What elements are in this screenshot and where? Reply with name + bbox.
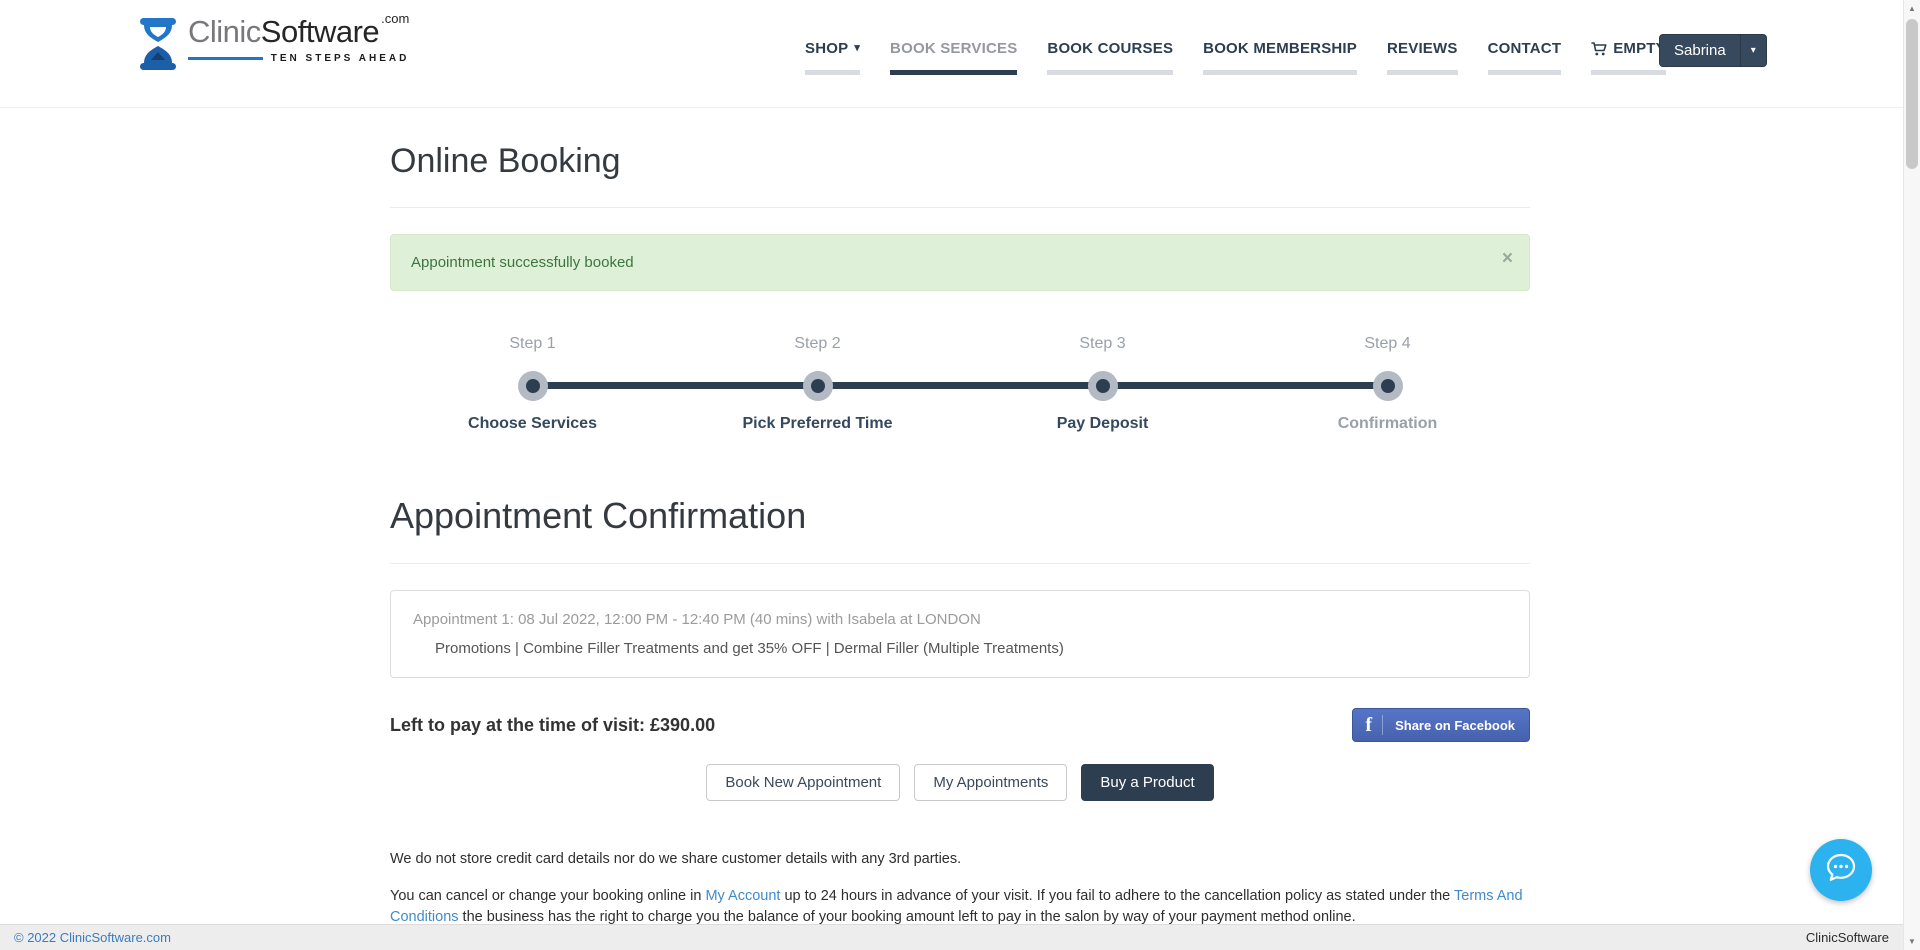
booking-steps: Step 1 Choose Services Step 2 Pick Prefe… bbox=[390, 335, 1530, 433]
logo-tagline: TEN STEPS AHEAD bbox=[271, 53, 410, 64]
nav-item-cart-empty[interactable]: EMPTY bbox=[1591, 40, 1666, 75]
cart-icon bbox=[1591, 42, 1607, 56]
page-title: Online Booking bbox=[390, 142, 1530, 181]
payment-row: Left to pay at the time of visit: £390.0… bbox=[390, 708, 1530, 742]
nav-item-contact-label: CONTACT bbox=[1488, 40, 1562, 57]
confirmation-title: Appointment Confirmation bbox=[390, 495, 1530, 537]
facebook-button-divider bbox=[1382, 715, 1383, 735]
scrollbar-thumb[interactable] bbox=[1906, 19, 1918, 169]
share-on-facebook-button[interactable]: f Share on Facebook bbox=[1352, 708, 1530, 742]
appointment-summary-box: Appointment 1: 08 Jul 2022, 12:00 PM - 1… bbox=[390, 590, 1530, 678]
step-4-confirmation: Step 4 Confirmation bbox=[1245, 335, 1530, 433]
nav-item-reviews[interactable]: REVIEWS bbox=[1387, 40, 1458, 75]
step-2-label: Pick Preferred Time bbox=[742, 415, 892, 433]
nav-item-reviews-label: REVIEWS bbox=[1387, 40, 1458, 57]
main-content: Online Booking Appointment successfully … bbox=[390, 142, 1530, 928]
main-nav: SHOP ▾ BOOK SERVICES BOOK COURSES BOOK M… bbox=[790, 40, 1681, 75]
nav-item-book-courses[interactable]: BOOK COURSES bbox=[1047, 40, 1173, 75]
step-2-pick-time: Step 2 Pick Preferred Time bbox=[675, 335, 960, 433]
clinicsoftware-logo[interactable]: ClinicSoftware.com TEN STEPS AHEAD bbox=[136, 16, 409, 77]
step-1-title: Step 1 bbox=[509, 335, 555, 359]
logo-word-software: Software bbox=[261, 16, 379, 47]
chat-bubble-icon bbox=[1824, 851, 1858, 890]
scrollbar-down-arrow[interactable]: ▼ bbox=[1904, 933, 1920, 950]
user-caret-down-icon[interactable]: ▾ bbox=[1740, 35, 1766, 66]
facebook-icon: f bbox=[1365, 714, 1382, 737]
step-2-dot bbox=[803, 371, 833, 401]
hourglass-logo-icon bbox=[136, 16, 180, 77]
user-name[interactable]: Sabrina bbox=[1660, 35, 1740, 66]
caret-down-icon: ▾ bbox=[854, 43, 860, 54]
nav-item-cart-label: EMPTY bbox=[1613, 40, 1666, 57]
footer-brand-text: ClinicSoftware bbox=[1806, 930, 1889, 945]
footer-copyright-link[interactable]: © 2022 ClinicSoftware.com bbox=[14, 930, 171, 945]
appointment-service: Promotions | Combine Filler Treatments a… bbox=[413, 640, 1507, 657]
confirmation-divider bbox=[390, 563, 1530, 564]
vertical-scrollbar[interactable]: ▲ ▼ bbox=[1903, 0, 1920, 950]
chat-widget-button[interactable] bbox=[1810, 839, 1872, 901]
book-new-appointment-button[interactable]: Book New Appointment bbox=[706, 764, 900, 801]
buy-a-product-button[interactable]: Buy a Product bbox=[1081, 764, 1213, 801]
cancellation-note-part1: You can cancel or change your booking on… bbox=[390, 888, 705, 904]
step-1-label: Choose Services bbox=[468, 415, 597, 433]
my-appointments-button[interactable]: My Appointments bbox=[914, 764, 1067, 801]
step-3-dot bbox=[1088, 371, 1118, 401]
share-on-facebook-label: Share on Facebook bbox=[1395, 718, 1515, 733]
left-to-pay-amount: Left to pay at the time of visit: £390.0… bbox=[390, 715, 715, 736]
my-account-link[interactable]: My Account bbox=[705, 888, 780, 904]
nav-item-shop[interactable]: SHOP ▾ bbox=[805, 40, 860, 75]
logo-underline bbox=[188, 57, 263, 60]
nav-item-book-services-label: BOOK SERVICES bbox=[890, 40, 1017, 57]
online-booking-page: ClinicSoftware.com TEN STEPS AHEAD SHOP … bbox=[0, 0, 1920, 950]
alert-close-icon[interactable]: × bbox=[1502, 249, 1513, 268]
step-3-title: Step 3 bbox=[1079, 335, 1125, 359]
logo-word-clinic: Clinic bbox=[188, 16, 261, 47]
logo-text: ClinicSoftware.com TEN STEPS AHEAD bbox=[188, 16, 409, 64]
appointment-details: Appointment 1: 08 Jul 2022, 12:00 PM - 1… bbox=[413, 611, 1507, 628]
nav-item-book-membership[interactable]: BOOK MEMBERSHIP bbox=[1203, 40, 1357, 75]
logo-tld: .com bbox=[381, 12, 409, 25]
header: ClinicSoftware.com TEN STEPS AHEAD SHOP … bbox=[0, 0, 1920, 108]
nav-item-shop-label: SHOP bbox=[805, 40, 848, 57]
step-3-pay-deposit: Step 3 Pay Deposit bbox=[960, 335, 1245, 433]
step-4-label: Confirmation bbox=[1338, 415, 1438, 433]
user-menu-button[interactable]: Sabrina ▾ bbox=[1659, 34, 1767, 67]
step-3-label: Pay Deposit bbox=[1057, 415, 1149, 433]
step-4-dot bbox=[1373, 371, 1403, 401]
nav-item-contact[interactable]: CONTACT bbox=[1488, 40, 1562, 75]
step-2-title: Step 2 bbox=[794, 335, 840, 359]
cancellation-note-part2: up to 24 hours in advance of your visit.… bbox=[780, 888, 1454, 904]
action-buttons: Book New Appointment My Appointments Buy… bbox=[390, 764, 1530, 801]
privacy-note: We do not store credit card details nor … bbox=[390, 849, 1530, 870]
nav-item-book-membership-label: BOOK MEMBERSHIP bbox=[1203, 40, 1357, 57]
step-4-title: Step 4 bbox=[1364, 335, 1410, 359]
step-1-choose-services: Step 1 Choose Services bbox=[390, 335, 675, 433]
nav-item-book-courses-label: BOOK COURSES bbox=[1047, 40, 1173, 57]
success-alert: Appointment successfully booked × bbox=[390, 234, 1530, 291]
scrollbar-up-arrow[interactable]: ▲ bbox=[1904, 0, 1920, 17]
policy-notes: We do not store credit card details nor … bbox=[390, 849, 1530, 928]
cancellation-note-part3: the business has the right to charge you… bbox=[459, 909, 1356, 925]
cancellation-note: You can cancel or change your booking on… bbox=[390, 886, 1530, 928]
step-1-dot bbox=[518, 371, 548, 401]
success-alert-message: Appointment successfully booked bbox=[411, 254, 634, 271]
footer-bar: © 2022 ClinicSoftware.com ClinicSoftware bbox=[0, 924, 1903, 950]
title-divider bbox=[390, 207, 1530, 208]
nav-item-book-services[interactable]: BOOK SERVICES bbox=[890, 40, 1017, 75]
